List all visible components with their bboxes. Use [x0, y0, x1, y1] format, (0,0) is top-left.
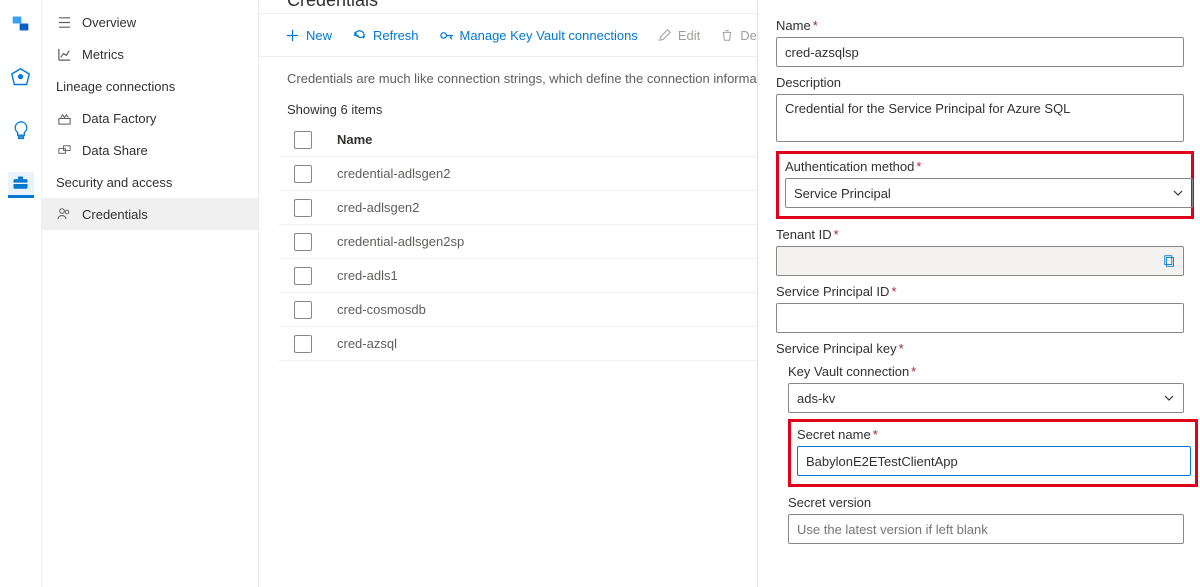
secret-version-input[interactable] [788, 514, 1184, 544]
tenant-id-input [776, 246, 1184, 276]
toolbar-label: Manage Key Vault connections [460, 28, 638, 43]
toolbar-label: Refresh [373, 28, 419, 43]
checkbox[interactable] [294, 199, 312, 217]
share-icon [56, 142, 72, 158]
checkbox[interactable] [294, 301, 312, 319]
toolbar-edit: Edit [658, 28, 700, 43]
chevron-down-icon [1172, 187, 1184, 199]
sidebar-item-label: Credentials [82, 207, 148, 222]
sidebar-item-credentials[interactable]: Credentials [42, 198, 258, 230]
sp-id-input[interactable] [776, 303, 1184, 333]
sidebar-item-metrics[interactable]: Metrics [42, 38, 258, 70]
checkbox[interactable] [294, 335, 312, 353]
rail-management-icon[interactable] [8, 172, 34, 198]
kv-connection-value: ads-kv [797, 391, 835, 406]
kv-connection-label: Key Vault connection* [788, 364, 1194, 379]
secret-highlight: Secret name* [788, 419, 1198, 487]
sidebar-item-data-factory[interactable]: Data Factory [42, 102, 258, 134]
chevron-down-icon [1163, 392, 1175, 404]
main-content: Credentials New Refresh Manage Key Vault… [259, 0, 1200, 587]
name-label: Name* [776, 18, 1194, 33]
people-icon [56, 206, 72, 222]
checkbox[interactable] [294, 267, 312, 285]
tenant-id-label: Tenant ID* [776, 227, 1194, 242]
sidebar-item-overview[interactable]: Overview [42, 6, 258, 38]
toolbar-manage-keyvault[interactable]: Manage Key Vault connections [439, 28, 638, 43]
sidebar-section-lineage: Lineage connections [42, 70, 258, 102]
secret-name-label: Secret name* [797, 427, 1189, 442]
rail-sources-icon[interactable] [8, 10, 34, 36]
checkbox-all[interactable] [294, 131, 312, 149]
auth-highlight: Authentication method* Service Principal [776, 151, 1194, 219]
description-label: Description [776, 75, 1194, 90]
sidebar-item-label: Data Factory [82, 111, 156, 126]
delete-icon [720, 28, 734, 42]
rail-map-icon[interactable] [8, 64, 34, 90]
name-input[interactable] [776, 37, 1184, 67]
toolbar-new[interactable]: New [285, 28, 332, 43]
refresh-icon [352, 28, 367, 43]
auth-method-select[interactable]: Service Principal [785, 178, 1193, 208]
secret-name-input[interactable] [797, 446, 1191, 476]
key-icon [439, 28, 454, 43]
sidebar-item-label: Overview [82, 15, 136, 30]
auth-method-label: Authentication method* [785, 159, 1185, 174]
sp-key-label: Service Principal key* [776, 341, 1194, 356]
factory-icon [56, 110, 72, 126]
list-icon [56, 14, 72, 30]
description-input[interactable]: Credential for the Service Principal for… [776, 94, 1184, 142]
sidebar-item-label: Data Share [82, 143, 148, 158]
toolbar-label: Edit [678, 28, 700, 43]
sidebar-section-security: Security and access [42, 166, 258, 198]
sp-id-label: Service Principal ID* [776, 284, 1194, 299]
checkbox[interactable] [294, 165, 312, 183]
sidebar-item-label: Metrics [82, 47, 124, 62]
toolbar-refresh[interactable]: Refresh [352, 28, 419, 43]
plus-icon [285, 28, 300, 43]
toolbar-label: New [306, 28, 332, 43]
chart-icon [56, 46, 72, 62]
copy-icon[interactable] [1163, 254, 1177, 268]
checkbox[interactable] [294, 233, 312, 251]
rail-insights-icon[interactable] [8, 118, 34, 144]
auth-method-value: Service Principal [794, 186, 891, 201]
sidebar-item-data-share[interactable]: Data Share [42, 134, 258, 166]
new-credential-panel: Name* Description Credential for the Ser… [757, 0, 1200, 587]
secret-version-label: Secret version [788, 495, 1194, 510]
kv-connection-select[interactable]: ads-kv [788, 383, 1184, 413]
sidebar: Overview Metrics Lineage connections Dat… [42, 0, 259, 587]
edit-icon [658, 28, 672, 42]
